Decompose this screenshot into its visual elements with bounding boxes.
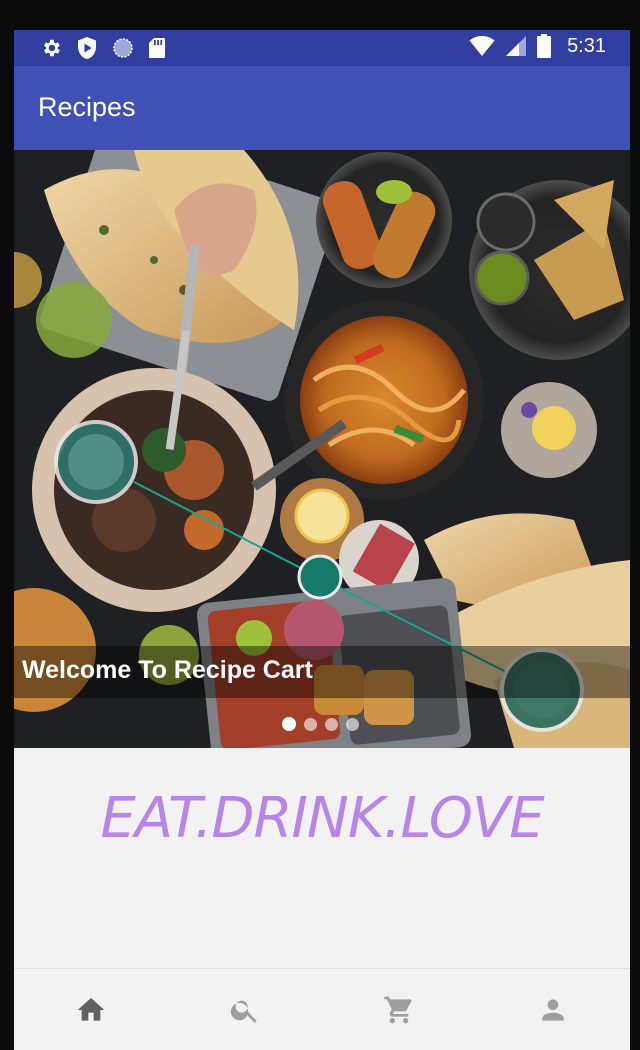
search-icon <box>230 1000 257 1023</box>
banner-caption: Welcome To Recipe Cart <box>22 656 313 684</box>
app-title: Recipes <box>38 92 136 122</box>
slider-dot[interactable] <box>282 717 296 731</box>
app-screen: 5:31 Recipes Welcome To Recipe Cart EAT.… <box>14 30 630 1050</box>
nav-profile[interactable] <box>476 969 630 1050</box>
status-right-icons: 5:31 <box>469 34 606 58</box>
settings-icon <box>44 39 60 57</box>
signal-icon <box>506 36 527 56</box>
banner-caption-strip: Welcome To Recipe Cart <box>14 646 630 698</box>
wifi-icon <box>469 36 495 56</box>
slider-indicator <box>282 717 359 731</box>
home-icon <box>77 998 105 1021</box>
tagline: EAT.DRINK.LOVE <box>100 786 544 851</box>
bottom-navigation <box>14 968 630 1050</box>
slider-dot[interactable] <box>325 718 338 731</box>
app-bar: Recipes <box>14 66 630 150</box>
status-left-icons <box>40 36 166 60</box>
nav-search[interactable] <box>168 969 322 1050</box>
sync-icon <box>113 38 133 58</box>
sd-card-icon <box>149 38 165 58</box>
slider-dot[interactable] <box>346 718 359 731</box>
nav-cart[interactable] <box>322 969 476 1050</box>
play-protect-icon <box>78 37 96 59</box>
battery-icon <box>537 34 552 58</box>
nav-home[interactable] <box>14 969 168 1050</box>
profile-icon <box>542 999 564 1021</box>
hotspot-marker[interactable] <box>297 554 343 600</box>
cart-icon <box>384 996 412 1024</box>
status-time: 5:31 <box>567 34 606 57</box>
banner-slider[interactable]: Welcome To Recipe Cart <box>14 150 630 748</box>
status-bar: 5:31 <box>14 30 630 66</box>
slider-dot[interactable] <box>304 718 317 731</box>
